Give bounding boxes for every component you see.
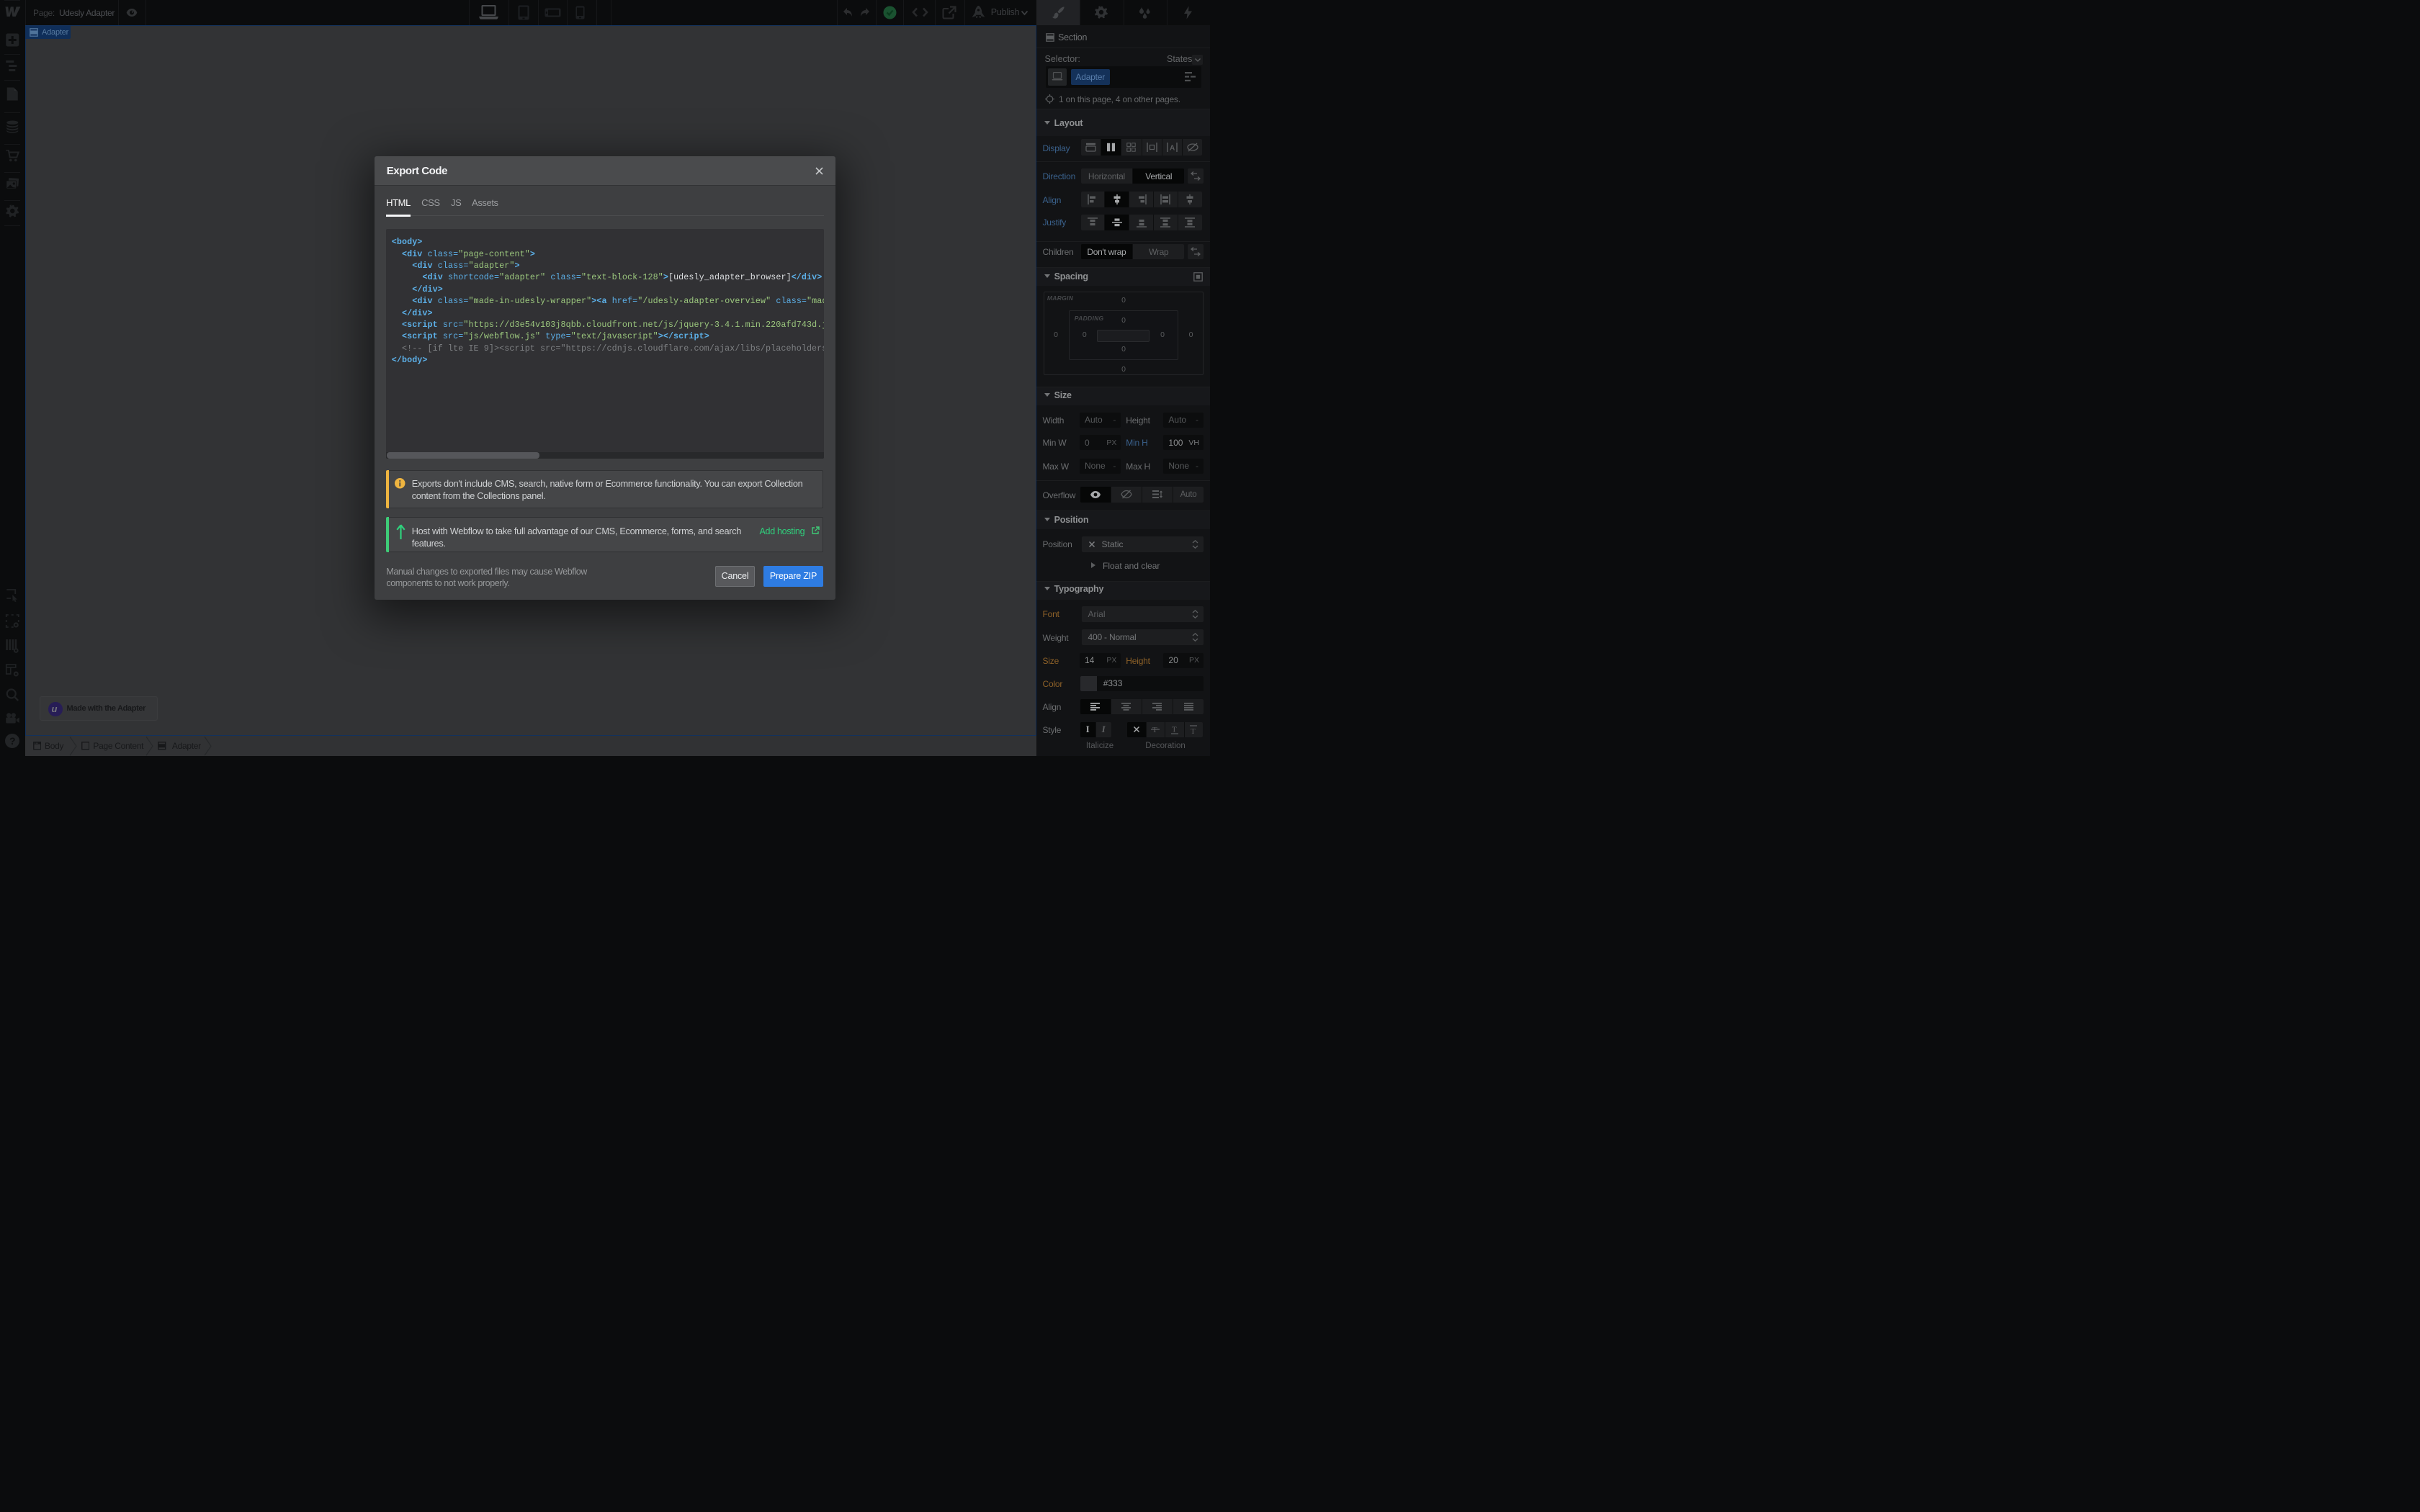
- svg-text:T: T: [1172, 725, 1177, 734]
- svg-text:A: A: [1170, 145, 1175, 153]
- svg-text:T: T: [1191, 727, 1196, 734]
